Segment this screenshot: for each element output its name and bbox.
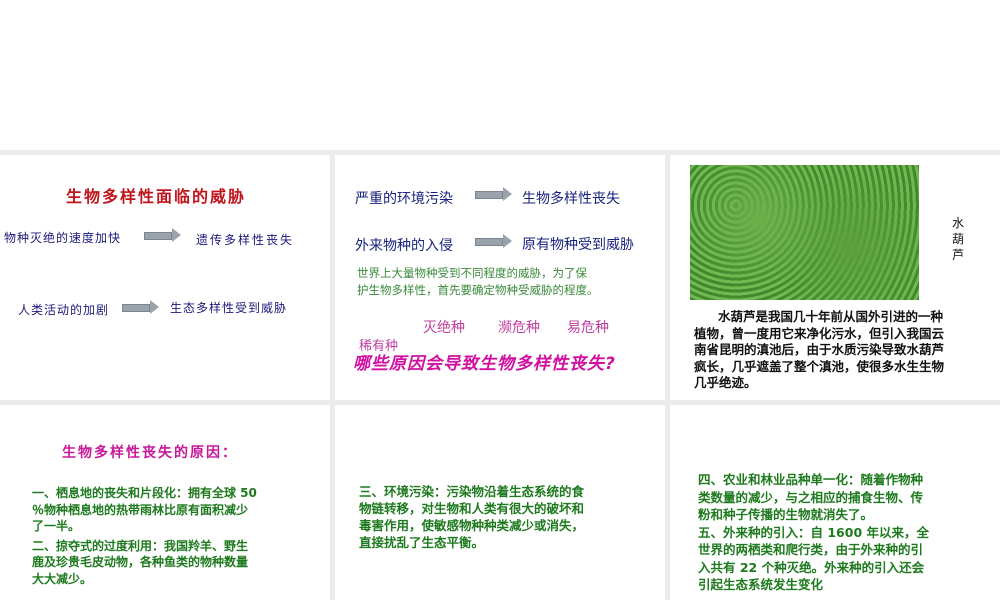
cause-text: 物种灭绝的速度加快 xyxy=(4,231,122,245)
water-hyacinth-image xyxy=(690,165,919,300)
cause-text: 人类活动的加剧 xyxy=(18,303,110,317)
text-line: 鹿及珍贵毛皮动物，各种鱼类的物种数量 xyxy=(32,555,249,569)
category-label: 灭绝种 xyxy=(423,320,465,336)
question-text: 哪些原因会导致生物多样性丧失? xyxy=(353,354,616,374)
cause-text: 严重的环境污染 xyxy=(355,191,453,207)
slide-title: 生物多样性面临的威胁 xyxy=(66,187,247,206)
text-line: 入共有 22 个种灭绝。外来种的引入还会 xyxy=(698,559,925,575)
cause-paragraph: 三、环境污染：污染物沿着生态系统的食 物链转移，对生物和人类有很大的破坏和 毒害… xyxy=(359,483,584,551)
text-line: 五、外来种的引入：自 1600 年以来，全 xyxy=(698,524,929,540)
category-label: 易危种 xyxy=(567,320,609,336)
category-label: 濒危种 xyxy=(498,320,540,336)
image-label: 水葫芦 xyxy=(952,216,965,262)
slide-agriculture-alien[interactable]: 四、农业和林业品种单一化：随着作物种 类数量的减少，与之相应的捕食生物、传 粉和… xyxy=(670,405,1000,600)
text-line: 毒害作用，使敏感物种种类减少或消失， xyxy=(359,518,585,533)
text-line: 大大减少。 xyxy=(32,571,93,586)
text-line: 世界的两栖类和爬行类，由于外来种的引 xyxy=(698,542,924,557)
note-line: 世界上大量物种受到不同程度的威胁，为了保 xyxy=(357,266,587,280)
text-line: 类数量的减少，与之相应的捕食生物、传 xyxy=(698,489,924,505)
cause-paragraph: 一、栖息地的丧失和片段化：拥有全球 50 ％物种栖息地的热带雨林比原有面积减少 … xyxy=(32,485,257,587)
text-line: 植物，曾一度用它来净化污水，但引入我国云 xyxy=(694,325,945,341)
arrow-icon xyxy=(122,300,159,314)
slide-grid: 生物多样性面临的威胁 物种灭绝的速度加快 遗传多样性丧失 人类活动的加剧 生态多… xyxy=(0,150,1000,600)
arrow-icon xyxy=(144,228,181,242)
effect-text: 生态多样性受到威胁 xyxy=(170,301,288,315)
slide-water-hyacinth[interactable]: 水葫芦 水葫芦是我国几十年前从国外引进的一种 植物，曾一度用它来净化污水，但引入… xyxy=(670,155,1000,400)
text-line: 二、掠夺式的过度利用：我国羚羊、野生 xyxy=(32,538,249,553)
text-line: 粉和种子传播的生物就消失了。 xyxy=(698,507,874,522)
slide-pollution[interactable]: 严重的环境污染 生物多样性丧失 外来物种的入侵 原有物种受到威胁 世界上大量物种… xyxy=(335,155,665,400)
text-line: 直接扰乱了生态平衡。 xyxy=(359,535,485,550)
effect-text: 原有物种受到威胁 xyxy=(522,237,634,253)
text-line: 四、农业和林业品种单一化：随着作物种 xyxy=(698,472,924,487)
slide-title: 生物多样性丧失的原因： xyxy=(62,445,238,461)
text-line: 了一半。 xyxy=(32,519,81,533)
text-line: 水葫芦是我国几十年前从国外引进的一种 xyxy=(718,309,944,324)
text-line: ％物种栖息地的热带雨林比原有面积减少 xyxy=(32,502,249,517)
text-line: 南省昆明的滇池后，由于水质污染导致水葫芦 xyxy=(694,342,945,357)
note-line: 护生物多样性，首先要确定物种受威胁的程度。 xyxy=(357,283,599,297)
effect-text: 生物多样性丧失 xyxy=(522,191,620,207)
note-text: 世界上大量物种受到不同程度的威胁，为了保 护生物多样性，首先要确定物种受威胁的程… xyxy=(357,265,599,299)
text-line: 物链转移，对生物和人类有很大的破坏和 xyxy=(359,501,585,516)
cause-paragraph: 四、农业和林业品种单一化：随着作物种 类数量的减少，与之相应的捕食生物、传 粉和… xyxy=(698,471,929,594)
text-line: 引起生态系统发生变化 xyxy=(698,577,824,592)
arrow-icon xyxy=(475,187,512,201)
text-line: 一、栖息地的丧失和片段化：拥有全球 50 xyxy=(32,486,257,500)
arrow-icon xyxy=(475,234,512,248)
slide-threats[interactable]: 生物多样性面临的威胁 物种灭绝的速度加快 遗传多样性丧失 人类活动的加剧 生态多… xyxy=(0,155,330,400)
text-line: 三、环境污染：污染物沿着生态系统的食 xyxy=(359,484,585,499)
cause-text: 外来物种的入侵 xyxy=(355,238,453,254)
slide-causes[interactable]: 生物多样性丧失的原因： 一、栖息地的丧失和片段化：拥有全球 50 ％物种栖息地的… xyxy=(0,405,330,600)
effect-text: 遗传多样性丧失 xyxy=(196,233,295,247)
slide-pollution-cause[interactable]: 三、环境污染：污染物沿着生态系统的食 物链转移，对生物和人类有很大的破坏和 毒害… xyxy=(335,405,665,600)
description-text: 水葫芦是我国几十年前从国外引进的一种 植物，曾一度用它来净化污水，但引入我国云 … xyxy=(694,309,944,392)
text-line: 疯长，几乎遮盖了整个滇池，使很多水生生物 xyxy=(694,358,945,374)
text-line: 几乎绝迹。 xyxy=(694,375,757,390)
